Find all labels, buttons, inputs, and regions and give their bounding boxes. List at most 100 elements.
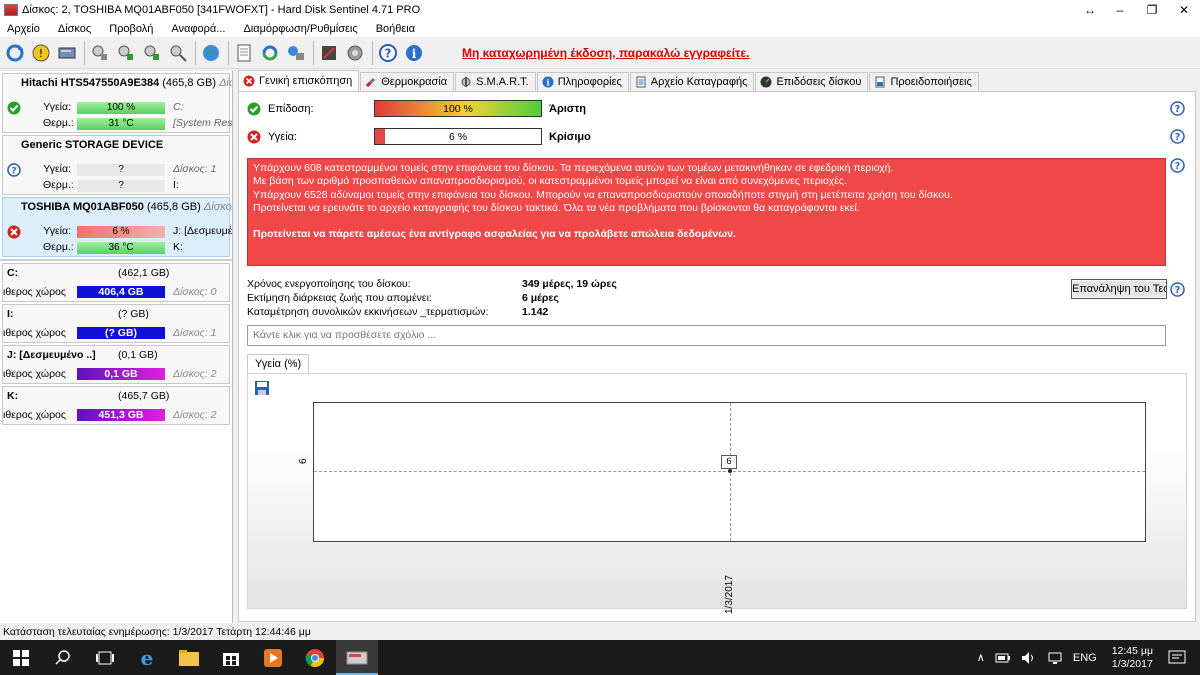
language-indicator[interactable]: ENG xyxy=(1073,652,1097,664)
temperature-bar: 36 °C xyxy=(77,242,165,254)
disk-item-hitachi[interactable]: Hitachi HTS547550A9E384 (465,8 GB) Δίσκο… xyxy=(2,73,233,133)
extended-test-icon[interactable] xyxy=(166,41,190,65)
comment-input[interactable]: Κάντε κλικ για να προσθέσετε σχόλιο ... xyxy=(247,325,1166,346)
clock[interactable]: 12:45 μμ 1/3/2017 xyxy=(1112,645,1153,671)
media-player-icon[interactable] xyxy=(252,640,294,675)
chart-x-tick-label: 1/3/2017 xyxy=(724,575,735,614)
minimize-button[interactable]: – xyxy=(1104,0,1136,20)
disk-number: Δίσκος xyxy=(219,77,232,89)
help-icon[interactable]: ? xyxy=(376,41,400,65)
chart-point xyxy=(728,469,732,473)
info-row-remaining-life: Εκτίμηση διάρκειας ζωής που απομένει: 6 … xyxy=(247,292,747,306)
svg-text:?: ? xyxy=(385,46,392,60)
refresh-icon[interactable] xyxy=(3,41,27,65)
health-status: Κρίσιμο xyxy=(549,131,591,143)
help-icon[interactable]: ? xyxy=(1170,129,1185,144)
toolbar-separator xyxy=(84,40,85,65)
info-row-start-stop: Καταμέτρηση συνολικών εκκινήσεων _τερματ… xyxy=(247,306,747,320)
window-title: Δίσκος: 2, TOSHIBA MQ01ABF050 [341FWOFXT… xyxy=(22,4,421,16)
tray-expand-button[interactable]: ∧ xyxy=(977,651,985,664)
close-button[interactable]: ✕ xyxy=(1168,0,1200,20)
health-label: Υγεία: xyxy=(268,131,298,143)
disk-icon[interactable] xyxy=(55,41,79,65)
chrome-icon[interactable] xyxy=(294,640,336,675)
menu-file[interactable]: Αρχείο xyxy=(2,23,45,35)
file-explorer-icon[interactable] xyxy=(168,640,210,675)
sound-icon[interactable] xyxy=(343,41,367,65)
settings-icon[interactable] xyxy=(317,41,341,65)
overview-panel: Επίδοση: 100 % Άριστη ? Υγεία: 6 % Κρίσι… xyxy=(238,91,1196,622)
edge-icon[interactable]: e xyxy=(126,640,168,675)
tab-alerts[interactable]: Προειδοποιήσεις xyxy=(869,72,979,91)
error-icon xyxy=(243,75,255,87)
tab-log[interactable]: Αρχείο Καταγραφής xyxy=(629,72,755,91)
tab-performance[interactable]: Επιδόσεις δίσκου xyxy=(755,72,869,91)
alert-line: Υπάρχουν 608 κατεστραμμένοι τομείς στην … xyxy=(253,162,894,174)
alert-backup-recommendation: Προτείνεται να πάρετε αμέσως ένα αντίγρα… xyxy=(253,227,736,240)
partition-item-k[interactable]: K: (465,7 GB) ιθερος χώρος 451,3 GB Δίσκ… xyxy=(2,386,230,425)
document-icon[interactable] xyxy=(232,41,256,65)
disk-partition-label: I: xyxy=(173,179,179,191)
sync-icon[interactable] xyxy=(258,41,282,65)
temperature-bar: 31 °C xyxy=(77,118,165,130)
disk-item-toshiba[interactable]: TOSHIBA MQ01ABF050 (465,8 GB) Δίσκος: 2 … xyxy=(2,197,232,257)
surface-test-icon[interactable] xyxy=(114,41,138,65)
disk-info: Χρόνος ενεργοποίησης του δίσκου: 349 μέρ… xyxy=(247,278,747,320)
tab-smart[interactable]: S.M.A.R.T. xyxy=(455,72,536,91)
partition-item-i[interactable]: I: (? GB) ιθερος χώρος (? GB) Δίσκος: 1 xyxy=(2,304,230,343)
restore-arrows-button[interactable]: ↔ xyxy=(1076,0,1104,20)
tab-overview[interactable]: Γενική επισκόπηση xyxy=(238,70,360,91)
maximize-button[interactable]: ❐ xyxy=(1136,0,1168,20)
network-icon[interactable] xyxy=(1047,651,1063,665)
battery-icon[interactable] xyxy=(995,652,1011,664)
test-icon[interactable] xyxy=(88,41,112,65)
health-bar: ? xyxy=(77,164,165,176)
save-icon[interactable] xyxy=(254,380,270,396)
tab-health-graph[interactable]: Υγεία (%) xyxy=(247,354,310,374)
partition-size: (462,1 GB) xyxy=(118,267,170,279)
network-icon[interactable] xyxy=(284,41,308,65)
menu-bar: Αρχείο Δίσκος Προβολή Αναφορά... Διαμόρφ… xyxy=(0,20,1200,37)
help-icon[interactable]: ? xyxy=(1170,282,1185,297)
globe-icon[interactable] xyxy=(199,41,223,65)
tab-information[interactable]: i Πληροφορίες xyxy=(536,72,629,91)
info-icon[interactable]: i xyxy=(402,41,426,65)
health-bar: 6 % xyxy=(374,128,542,145)
info-value: 1.142 xyxy=(522,306,549,318)
short-test-icon[interactable] xyxy=(140,41,164,65)
disk-item-generic[interactable]: Generic STORAGE DEVICE ? Υγεία: ? Δίσκος… xyxy=(2,135,230,195)
menu-disk[interactable]: Δίσκος xyxy=(53,23,96,35)
partition-name: C: xyxy=(7,267,19,279)
info-label: Καταμέτρηση συνολικών εκκινήσεων _τερματ… xyxy=(247,306,489,318)
disk-number: Δίσκος: 2 xyxy=(203,201,232,213)
disk-partition-label: [System Rese xyxy=(173,117,233,129)
menu-configuration[interactable]: Διαμόρφωση/Ρυθμίσεις xyxy=(238,23,362,35)
alerts-icon xyxy=(875,76,885,88)
help-icon[interactable]: ? xyxy=(1170,101,1185,116)
free-space-bar: (? GB) xyxy=(77,327,165,339)
toolbar-separator xyxy=(228,40,229,65)
notifications-icon[interactable] xyxy=(1168,650,1186,666)
help-icon[interactable]: ? xyxy=(1170,158,1185,173)
volume-icon[interactable] xyxy=(1021,651,1037,665)
title-bar: Δίσκος: 2, TOSHIBA MQ01ABF050 [341FWOFXT… xyxy=(0,0,1200,20)
disk-name: Hitachi HTS547550A9E384 xyxy=(21,77,160,89)
store-icon[interactable] xyxy=(210,640,252,675)
error-icon xyxy=(247,130,261,144)
status-bar: Κατάσταση τελευταίας ενημέρωσης: 1/3/201… xyxy=(0,625,1200,640)
task-view-icon[interactable] xyxy=(84,640,126,675)
alert-icon[interactable]: ! xyxy=(29,41,53,65)
app-icon xyxy=(4,4,18,16)
start-icon[interactable] xyxy=(0,640,42,675)
partition-item-c[interactable]: C: (462,1 GB) ιθερος χώρος 406,4 GB Δίσκ… xyxy=(2,263,230,302)
repeat-test-button[interactable]: Επανάληψη του Τεσ xyxy=(1071,279,1167,299)
search-icon[interactable] xyxy=(42,640,84,675)
menu-help[interactable]: Βοήθεια xyxy=(371,23,420,35)
tab-temperature[interactable]: Θερμοκρασία xyxy=(360,72,455,91)
log-icon xyxy=(636,76,646,88)
menu-report[interactable]: Αναφορά... xyxy=(166,23,230,35)
menu-view[interactable]: Προβολή xyxy=(104,23,158,35)
partition-item-j[interactable]: J: [Δεσμευμένο ..] (0,1 GB) ιθερος χώρος… xyxy=(2,345,230,384)
hard-disk-sentinel-taskbar-icon[interactable] xyxy=(336,640,378,675)
unregistered-warning-link[interactable]: Μη καταχωρημένη έκδοση, παρακαλώ εγγραφε… xyxy=(462,46,749,60)
